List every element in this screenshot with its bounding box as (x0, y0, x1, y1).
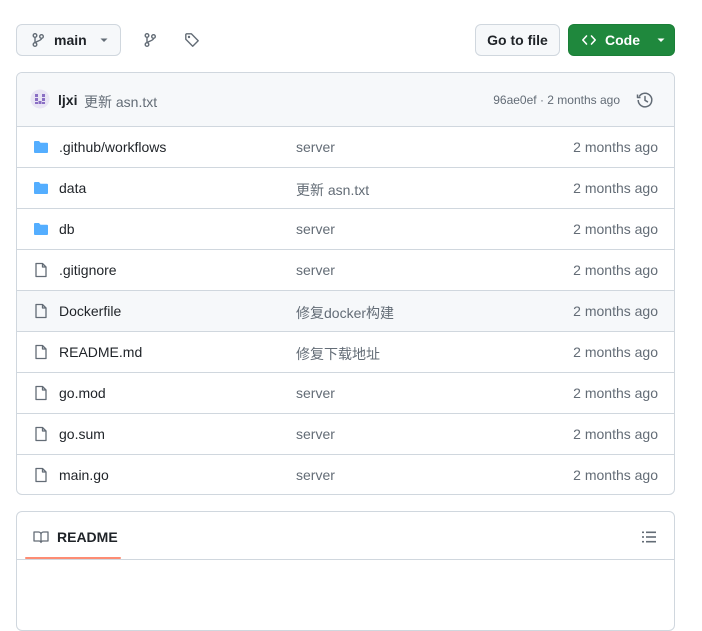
branch-icon (30, 32, 46, 48)
commit-age: 2 months ago (573, 262, 658, 278)
file-name-link[interactable]: data (59, 180, 86, 196)
book-icon (33, 529, 49, 545)
folder-icon (33, 139, 49, 155)
commit-age: 2 months ago (573, 303, 658, 319)
file-icon (33, 385, 49, 401)
commit-message-link[interactable]: server (296, 467, 335, 483)
commit-age: 2 months ago (573, 221, 658, 237)
commit-meta[interactable]: 96ae0ef · 2 months ago (493, 93, 620, 107)
file-name-link[interactable]: README.md (59, 344, 142, 360)
commit-age: 2 months ago (573, 180, 658, 196)
commit-message-link[interactable]: server (296, 385, 335, 401)
file-name-link[interactable]: main.go (59, 467, 109, 483)
commit-author[interactable]: ljxi (58, 92, 77, 108)
file-icon (33, 467, 49, 483)
file-name-link[interactable]: go.sum (59, 426, 105, 442)
commit-message-link[interactable]: 修复下载地址 (296, 344, 380, 364)
branch-selector-button[interactable]: main (16, 24, 121, 56)
file-row[interactable]: data 更新 asn.txt 2 months ago (17, 167, 674, 208)
folder-icon (33, 180, 49, 196)
file-row[interactable]: README.md 修复下载地址 2 months ago (17, 331, 674, 372)
commit-age: 2 months ago (573, 426, 658, 442)
commit-age: 2 months ago (573, 344, 658, 360)
file-icon (33, 303, 49, 319)
caret-down-icon (656, 35, 666, 45)
file-icon (33, 344, 49, 360)
commit-message-link[interactable]: server (296, 426, 335, 442)
go-to-file-button[interactable]: Go to file (475, 24, 560, 56)
avatar[interactable] (30, 89, 50, 109)
commit-message-link[interactable]: 更新 asn.txt (296, 180, 369, 200)
commit-age: 2 months ago (573, 467, 658, 483)
code-icon (581, 32, 597, 48)
commit-message-link[interactable]: server (296, 221, 335, 237)
commit-age: 2 months ago (573, 139, 658, 155)
go-to-file-label: Go to file (487, 32, 548, 48)
file-icon (33, 262, 49, 278)
file-row[interactable]: Dockerfile 修复docker构建 2 months ago (17, 290, 674, 331)
file-list: .github/workflows server 2 months ago data 更… (17, 127, 674, 494)
latest-commit-bar: ljxi 更新 asn.txt 96ae0ef · 2 months ago (17, 73, 674, 127)
commit-message[interactable]: 更新 asn.txt (84, 92, 157, 112)
file-name-link[interactable]: .gitignore (59, 262, 117, 278)
code-label: Code (605, 32, 640, 48)
readme-divider (17, 559, 674, 560)
file-row[interactable]: .github/workflows server 2 months ago (17, 127, 674, 167)
file-name-link[interactable]: .github/workflows (59, 139, 166, 155)
file-row[interactable]: main.go server 2 months ago (17, 454, 674, 494)
file-row[interactable]: go.mod server 2 months ago (17, 372, 674, 413)
file-name-link[interactable]: go.mod (59, 385, 106, 401)
folder-icon (33, 221, 49, 237)
file-browser: ljxi 更新 asn.txt 96ae0ef · 2 months ago .… (16, 72, 675, 495)
commit-message-link[interactable]: server (296, 262, 335, 278)
file-icon (33, 426, 49, 442)
commit-age: 2 months ago (573, 385, 658, 401)
readme-tab[interactable]: README (57, 529, 118, 545)
code-button[interactable]: Code (568, 24, 675, 56)
file-row[interactable]: db server 2 months ago (17, 208, 674, 249)
outline-list-icon[interactable] (641, 529, 657, 545)
tag-icon[interactable] (176, 24, 208, 56)
file-row[interactable]: go.sum server 2 months ago (17, 413, 674, 454)
caret-down-icon (99, 35, 109, 45)
file-name-link[interactable]: db (59, 221, 75, 237)
branch-name: main (54, 32, 87, 48)
readme-panel: README (16, 511, 675, 631)
commit-message-link[interactable]: 修复docker构建 (296, 303, 394, 323)
history-icon[interactable] (636, 91, 654, 109)
file-name-link[interactable]: Dockerfile (59, 303, 121, 319)
branches-icon[interactable] (134, 24, 166, 56)
file-row[interactable]: .gitignore server 2 months ago (17, 249, 674, 290)
commit-message-link[interactable]: server (296, 139, 335, 155)
